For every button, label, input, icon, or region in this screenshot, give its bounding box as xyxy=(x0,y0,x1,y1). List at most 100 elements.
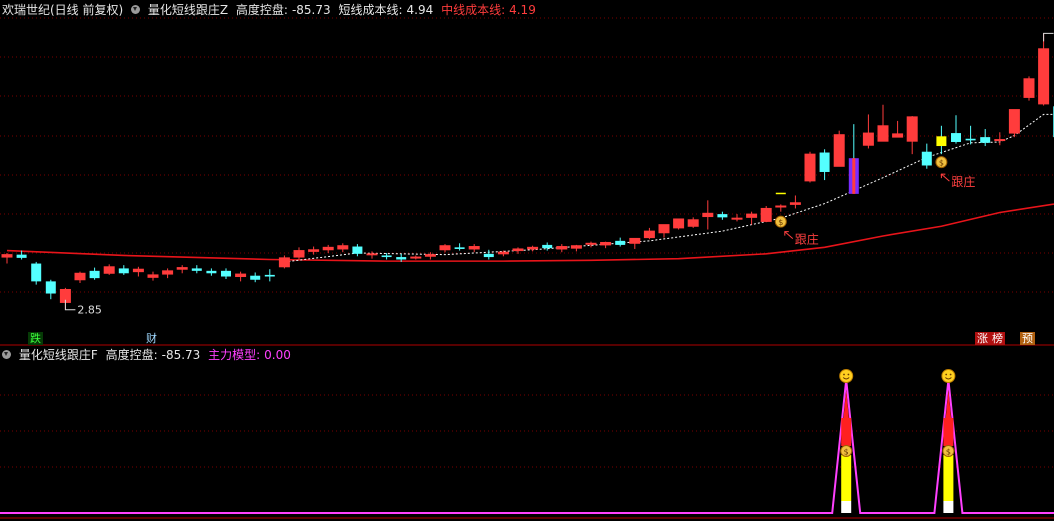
smiley-eye xyxy=(945,373,948,376)
main-chart-header: 欢瑞世纪(日线 前复权) 量化短线跟庄Z 高度控盘: -85.73 短线成本线: 4… xyxy=(2,2,540,18)
smiley-eye xyxy=(843,373,845,376)
tag-zhang[interactable]: 涨 xyxy=(975,332,990,345)
candle-body xyxy=(381,255,392,258)
candle-body-fill xyxy=(702,213,713,217)
money-bag-icon: $ xyxy=(840,445,853,457)
mid-cost-line-layer xyxy=(6,203,1054,262)
indicator-name-lower[interactable]: 量化短线跟庄F xyxy=(19,348,98,362)
tag-yu[interactable]: 预 xyxy=(1020,332,1035,345)
candle xyxy=(191,265,202,274)
candle xyxy=(352,244,363,257)
candle-body-fill xyxy=(732,218,742,220)
candle-body xyxy=(980,137,991,143)
chart-canvas: 2.856.26$$跟庄跟庄 $$ xyxy=(0,17,1054,519)
candle xyxy=(250,272,261,283)
candle-body-fill xyxy=(308,249,319,252)
candle-body-core xyxy=(852,158,856,194)
signal-base-block xyxy=(943,501,954,513)
tag-bang[interactable]: 榜 xyxy=(990,332,1005,345)
follow-arrow xyxy=(784,231,794,240)
candle xyxy=(731,214,743,222)
smiley-face xyxy=(941,369,956,383)
candle-body-fill xyxy=(994,139,1005,141)
indicator-name[interactable]: 量化短线跟庄Z xyxy=(148,3,228,17)
height-value: -85.73 xyxy=(291,3,331,17)
candle xyxy=(570,244,582,252)
candle xyxy=(31,261,42,285)
tag-cai[interactable]: 财 xyxy=(144,332,159,345)
candle xyxy=(658,224,670,238)
candle xyxy=(512,247,524,254)
smiley-eye xyxy=(847,373,850,376)
mid-cost-value: 4.19 xyxy=(509,3,536,17)
signal-yellow-block xyxy=(943,455,954,501)
candle xyxy=(892,120,904,138)
money-bag-icon: $ xyxy=(942,445,955,457)
candle xyxy=(337,243,349,253)
money-bag-sign: $ xyxy=(844,448,849,457)
candle xyxy=(176,265,188,274)
candle-body-fill xyxy=(659,224,669,233)
candle-body xyxy=(118,268,129,274)
lower-indicator-panel: $ $ xyxy=(0,369,1054,514)
smiley-face xyxy=(839,369,854,383)
candle-body-fill xyxy=(600,242,611,245)
candle-body-fill xyxy=(513,248,523,251)
candle-body xyxy=(31,263,42,282)
dropdown-icon[interactable] xyxy=(131,5,141,14)
candle xyxy=(1023,76,1035,101)
candle xyxy=(410,255,422,260)
candle xyxy=(439,244,451,253)
candle-body-fill xyxy=(367,253,377,255)
tag-die[interactable]: 跌 xyxy=(28,332,43,345)
short-cost-label: 短线成本线: xyxy=(338,3,403,17)
candle-body xyxy=(396,257,407,260)
candle-body xyxy=(483,253,494,258)
main-model-value: 0.00 xyxy=(264,348,291,362)
candle xyxy=(322,244,334,254)
candle-body-fill xyxy=(527,247,538,249)
candle xyxy=(921,143,932,169)
candle xyxy=(221,268,231,279)
mid-cost-label: 中线成本线: xyxy=(441,3,506,17)
candle-body xyxy=(16,254,27,258)
candle-body-fill xyxy=(469,246,480,249)
candle xyxy=(673,218,685,230)
follow-label: 跟庄 xyxy=(795,232,819,247)
candle-body-fill xyxy=(907,116,918,142)
candle xyxy=(118,265,129,275)
candle xyxy=(936,125,947,155)
signal-red-block xyxy=(841,418,852,446)
smiley-eye xyxy=(949,373,952,376)
grid-lines xyxy=(0,17,1054,519)
money-bag-icon: $ xyxy=(774,215,787,228)
candle xyxy=(74,271,86,283)
candle xyxy=(615,237,626,247)
candle-body-fill xyxy=(761,208,772,222)
signal-base-block xyxy=(841,501,852,513)
candle xyxy=(132,266,144,277)
candle-body-fill xyxy=(878,125,888,142)
candle xyxy=(381,253,392,260)
low-price-label: 2.85 xyxy=(77,304,102,317)
candle-body-fill xyxy=(834,134,845,167)
candle xyxy=(848,124,859,194)
candle xyxy=(862,114,874,149)
candle-body xyxy=(717,214,728,218)
stock-title: 欢瑞世纪(日线 前复权) xyxy=(2,3,124,17)
height-label-lower: 高度控盘: xyxy=(105,348,158,362)
height-label: 高度控盘: xyxy=(235,3,288,17)
candle-body-fill xyxy=(1009,109,1020,134)
candle xyxy=(308,246,320,255)
dropdown-icon[interactable] xyxy=(2,350,11,359)
candle-body-fill xyxy=(790,202,801,205)
main-model-line xyxy=(0,379,1054,514)
candle xyxy=(643,227,655,240)
candle-body-fill xyxy=(440,245,450,250)
candle-body xyxy=(819,152,830,172)
candle-body-fill xyxy=(673,218,684,228)
candle xyxy=(162,268,174,279)
candle-body-fill xyxy=(279,257,290,267)
candle-body-fill xyxy=(892,133,903,138)
candle xyxy=(980,129,991,147)
